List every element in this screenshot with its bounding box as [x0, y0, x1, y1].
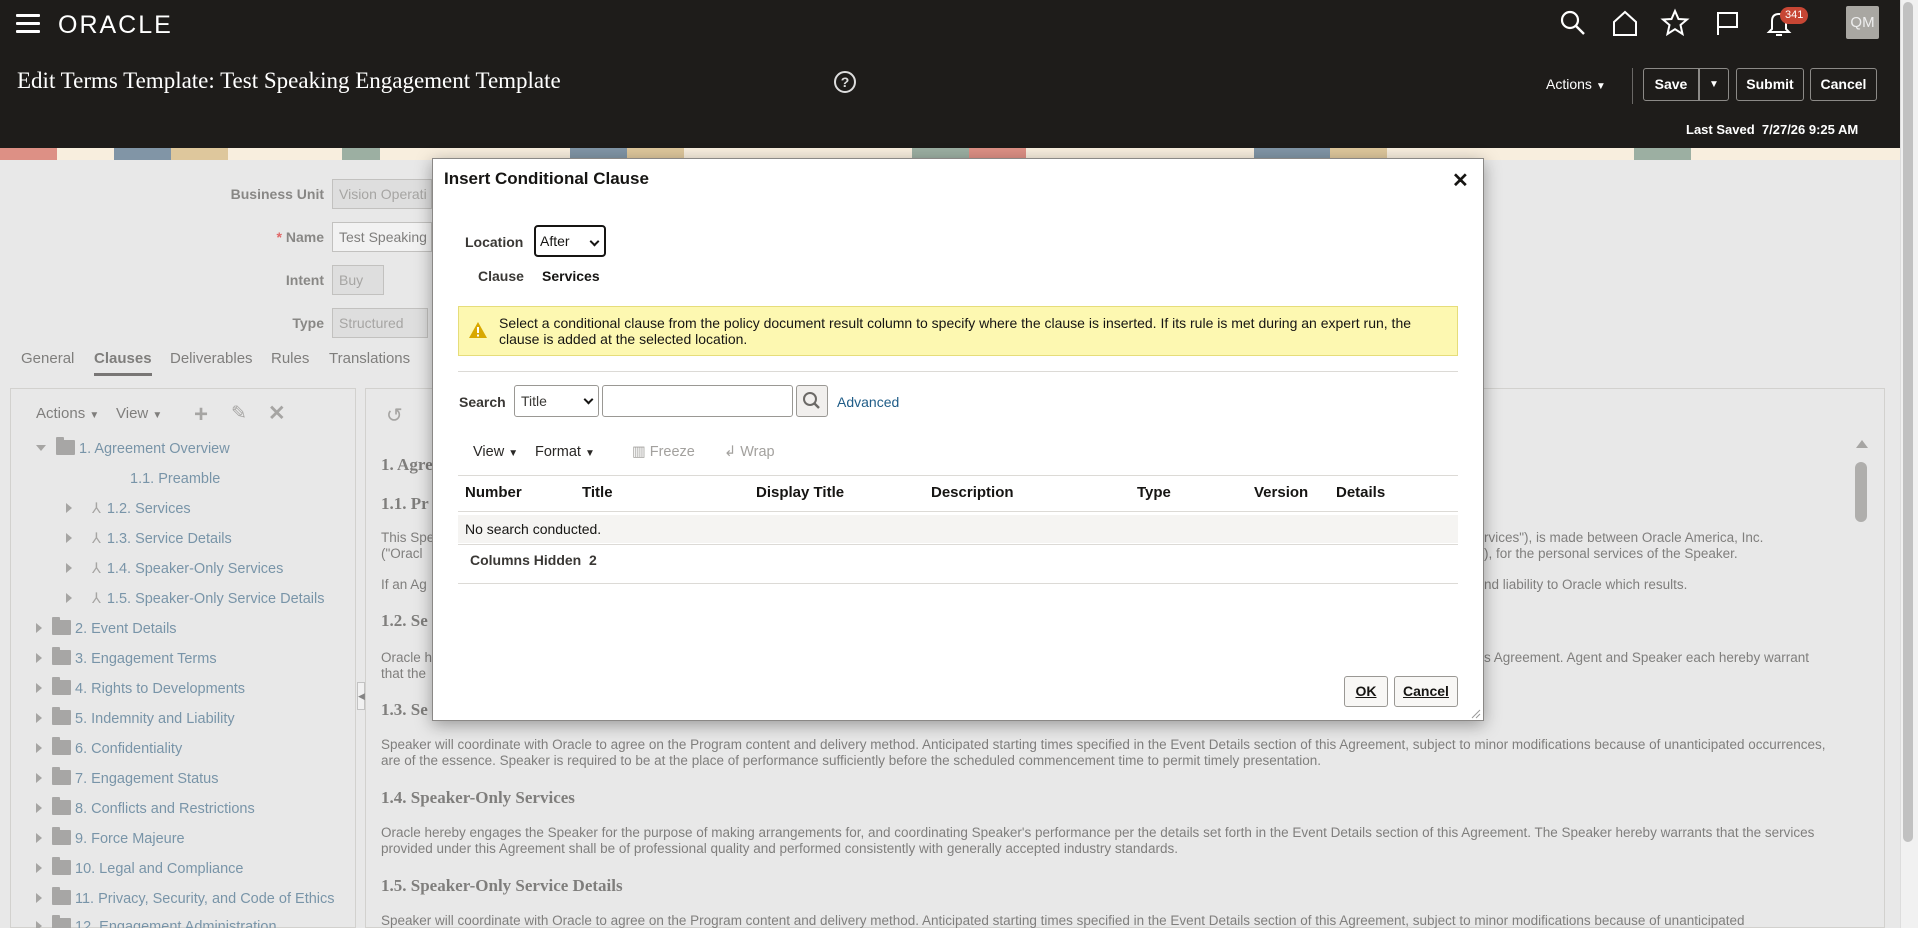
wrap-label: Wrap [740, 444, 775, 460]
table-format-menu[interactable]: Format ▼ [535, 444, 595, 460]
table-view-label: View [473, 444, 505, 460]
columns-hidden-status: Columns Hidden 2 [470, 552, 597, 568]
chevron-down-icon: ▼ [1595, 81, 1606, 92]
divider [458, 371, 1458, 372]
location-value: After [540, 233, 570, 249]
search-field-select[interactable]: Title [514, 385, 599, 417]
table-format-label: Format [535, 444, 581, 460]
close-icon[interactable]: ✕ [1452, 168, 1469, 193]
column-header-type[interactable]: Type [1137, 484, 1171, 501]
warning-icon [468, 321, 488, 339]
last-saved-value: 7/27/26 9:25 AM [1761, 122, 1859, 137]
user-avatar[interactable]: QM [1846, 6, 1879, 39]
freeze-button[interactable]: ▥ Freeze [632, 444, 695, 460]
column-header-display-title[interactable]: Display Title [756, 484, 844, 501]
notification-count-badge: 341 [1780, 7, 1809, 24]
chevron-down-icon: ▼ [584, 448, 595, 459]
search-icon[interactable] [1558, 8, 1588, 38]
cancel-button[interactable]: Cancel [1810, 68, 1877, 101]
clause-value: Services [542, 268, 600, 284]
oracle-logo: ORACLE [58, 11, 173, 39]
warning-text: Select a conditional clause from the pol… [499, 315, 1412, 347]
flag-icon[interactable] [1712, 8, 1742, 38]
search-field-value: Title [521, 393, 547, 409]
chevron-down-icon: ▼ [508, 448, 519, 459]
page-title: Edit Terms Template: Test Speaking Engag… [17, 68, 561, 93]
column-header-number[interactable]: Number [465, 484, 522, 501]
column-header-title[interactable]: Title [582, 484, 613, 501]
warning-message-box: Select a conditional clause from the pol… [458, 306, 1458, 356]
chevron-down-icon [589, 236, 600, 247]
header-actions-menu[interactable]: Actions ▼ [1546, 76, 1606, 92]
advanced-search-link[interactable]: Advanced [837, 394, 899, 410]
location-select[interactable]: After [534, 225, 606, 257]
divider [458, 475, 1458, 476]
app-header: ORACLE Edit Terms Template: Test Speakin… [0, 0, 1900, 148]
columns-hidden-label: Columns Hidden [470, 552, 582, 568]
search-icon [803, 392, 820, 409]
divider [458, 583, 1458, 584]
ok-button[interactable]: OK [1344, 676, 1388, 707]
table-view-menu[interactable]: View ▼ [473, 444, 518, 460]
search-button[interactable] [796, 385, 828, 417]
chevron-down-icon [583, 394, 594, 405]
header-actions-label: Actions [1546, 76, 1592, 92]
resize-grip-icon[interactable] [1469, 706, 1481, 719]
page: ORACLE Edit Terms Template: Test Speakin… [0, 0, 1918, 928]
save-button[interactable]: Save [1643, 68, 1699, 101]
empty-table-message: No search conducted. [458, 515, 1458, 543]
freeze-label: Freeze [649, 444, 695, 460]
save-options-chevron-icon[interactable]: ▼ [1699, 68, 1729, 101]
last-saved-status: Last Saved 7/27/26 9:25 AM [1686, 122, 1858, 137]
clause-label: Clause [478, 268, 524, 284]
search-label: Search [459, 394, 506, 410]
hamburger-menu-icon[interactable] [16, 14, 40, 33]
column-header-version[interactable]: Version [1254, 484, 1308, 501]
submit-button[interactable]: Submit [1736, 68, 1804, 101]
search-input[interactable] [602, 385, 793, 417]
home-icon[interactable] [1610, 8, 1640, 38]
divider [458, 544, 1458, 545]
wrap-button[interactable]: ↲ Wrap [724, 444, 775, 460]
insert-conditional-clause-dialog: Insert Conditional Clause ✕ Location Aft… [432, 158, 1484, 721]
header-divider [1632, 68, 1633, 104]
column-header-description[interactable]: Description [931, 484, 1014, 501]
divider [458, 511, 1458, 512]
dialog-cancel-button[interactable]: Cancel [1394, 676, 1458, 707]
freeze-icon: ▥ [632, 444, 646, 460]
column-header-details[interactable]: Details [1336, 484, 1385, 501]
dialog-title: Insert Conditional Clause [444, 169, 649, 188]
last-saved-label: Last Saved [1686, 122, 1755, 137]
location-label: Location [465, 234, 524, 250]
page-scroll-thumb[interactable] [1903, 2, 1913, 842]
columns-hidden-count: 2 [589, 552, 597, 568]
wrap-icon: ↲ [724, 444, 737, 460]
help-icon[interactable]: ? [834, 71, 856, 93]
favorites-star-icon[interactable] [1660, 8, 1690, 38]
